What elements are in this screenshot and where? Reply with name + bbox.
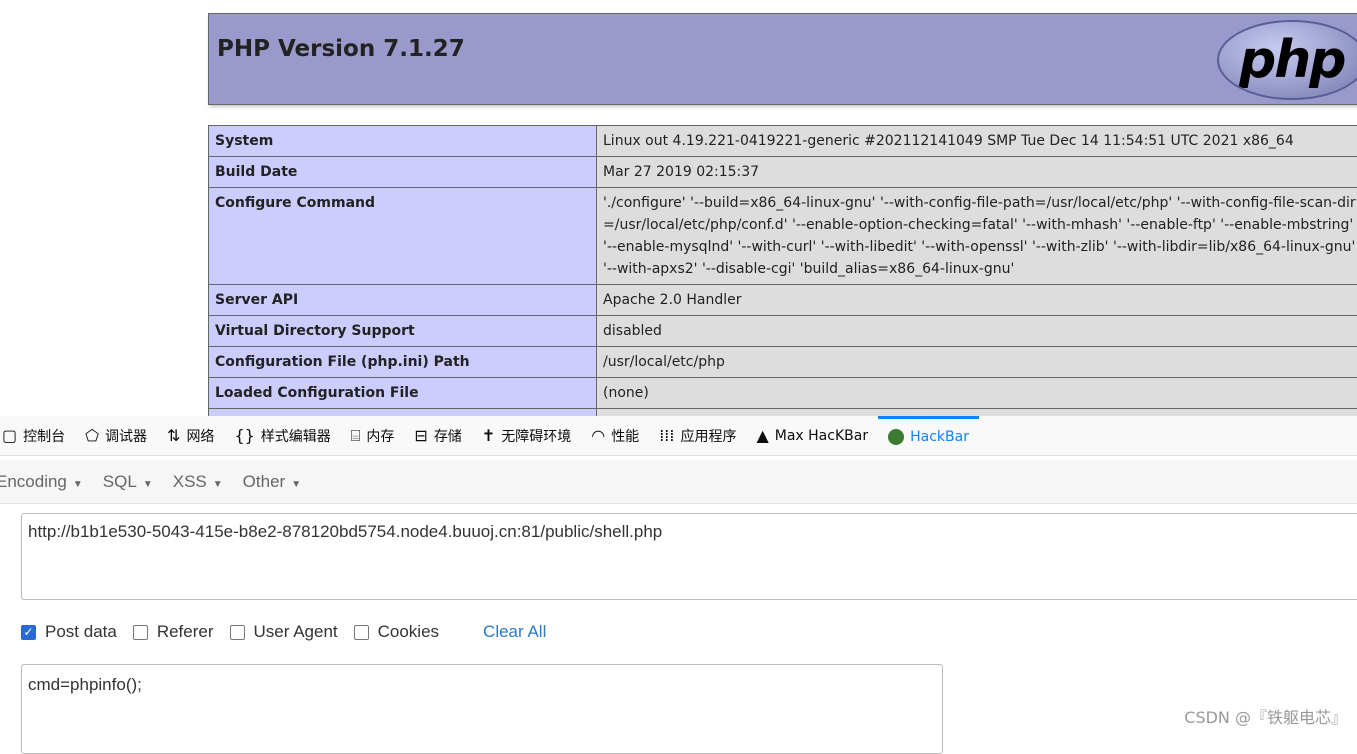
row-key: Virtual Directory Support: [209, 316, 597, 347]
caret-down-icon: ▼: [213, 479, 223, 490]
table-row: Configure Command'./configure' '--build=…: [209, 188, 1357, 285]
tab-storage[interactable]: ⊟存储: [404, 416, 471, 456]
row-key: Build Date: [209, 157, 597, 188]
memory-chip-icon: ⌸: [351, 426, 361, 446]
table-row: Configuration File (php.ini) Path/usr/lo…: [209, 347, 1357, 378]
menu-other[interactable]: Other▼: [243, 472, 301, 492]
checkbox-icon: [133, 625, 148, 640]
php-info-table: SystemLinux out 4.19.221-0419221-generic…: [208, 125, 1357, 416]
accessibility-icon: ✝: [482, 426, 495, 445]
tab-application[interactable]: ⁞⁞⁞应用程序: [649, 416, 746, 456]
hackbar-menubar: Encoding▼ SQL▼ XSS▼ Other▼: [0, 460, 1357, 504]
row-key: Configuration File (php.ini) Path: [209, 347, 597, 378]
tab-style-editor[interactable]: {}样式编辑器: [224, 416, 340, 456]
cookies-checkbox[interactable]: Cookies: [354, 622, 439, 642]
caret-down-icon: ▼: [143, 479, 153, 490]
devtools-panel: ▢控制台 ⬠调试器 ⇅网络 {}样式编辑器 ⌸内存 ⊟存储 ✝无障碍环境 ◠性能…: [0, 416, 1357, 736]
gauge-icon: ◠: [591, 426, 605, 445]
referer-checkbox[interactable]: Referer: [133, 622, 214, 642]
user-agent-checkbox[interactable]: User Agent: [230, 622, 338, 642]
table-row: Loaded Configuration File(none): [209, 378, 1357, 409]
tab-debugger[interactable]: ⬠调试器: [75, 416, 157, 456]
php-info-page: PHP Version 7.1.27 php SystemLinux out 4…: [0, 0, 1357, 416]
table-row: SystemLinux out 4.19.221-0419221-generic…: [209, 126, 1357, 157]
row-key: Configure Command: [209, 188, 597, 285]
tab-network[interactable]: ⇅网络: [157, 416, 224, 456]
row-value: Mar 27 2019 02:15:37: [597, 157, 1357, 188]
row-value: './configure' '--build=x86_64-linux-gnu'…: [597, 188, 1357, 285]
network-icon: ⇅: [167, 426, 180, 445]
tab-max-hackbar[interactable]: ▲Max HacKBar: [746, 416, 878, 456]
braces-icon: {}: [234, 426, 254, 445]
row-value: /usr/local/etc/php: [597, 347, 1357, 378]
menu-encoding[interactable]: Encoding▼: [0, 472, 83, 492]
url-input[interactable]: http://b1b1e530-5043-415e-b8e2-878120bd5…: [21, 513, 1357, 600]
clear-all-button[interactable]: Clear All: [483, 622, 546, 642]
watermark: CSDN @『铁躯电芯』: [1184, 704, 1347, 728]
grid-icon: ⁞⁞⁞: [659, 426, 674, 445]
menu-xss[interactable]: XSS▼: [173, 472, 223, 492]
table-row: Virtual Directory Supportdisabled: [209, 316, 1357, 347]
php-logo: php: [1217, 20, 1357, 100]
table-row: Server APIApache 2.0 Handler: [209, 285, 1357, 316]
checkbox-icon: [354, 625, 369, 640]
checkbox-checked-icon: ✓: [21, 625, 36, 640]
checkbox-icon: [230, 625, 245, 640]
row-value: (none): [597, 378, 1357, 409]
hacker-icon: ▲: [756, 426, 768, 445]
row-value: disabled: [597, 316, 1357, 347]
post-data-checkbox[interactable]: ✓Post data: [21, 622, 117, 642]
tab-memory[interactable]: ⌸内存: [341, 416, 405, 456]
page-title: PHP Version 7.1.27: [217, 36, 465, 62]
row-key: Loaded Configuration File: [209, 378, 597, 409]
devtools-tabs: ▢控制台 ⬠调试器 ⇅网络 {}样式编辑器 ⌸内存 ⊟存储 ✝无障碍环境 ◠性能…: [0, 416, 1357, 456]
storage-icon: ⊟: [414, 426, 427, 445]
tab-hackbar[interactable]: HackBar: [878, 416, 979, 456]
request-options: ✓Post data Referer User Agent Cookies Cl…: [21, 622, 546, 642]
hackbar-icon: [888, 429, 904, 445]
row-value: Linux out 4.19.221-0419221-generic #2021…: [597, 126, 1357, 157]
table-row: Build DateMar 27 2019 02:15:37: [209, 157, 1357, 188]
row-key: Server API: [209, 285, 597, 316]
caret-down-icon: ▼: [73, 479, 83, 490]
caret-down-icon: ▼: [291, 479, 301, 490]
post-data-input[interactable]: cmd=phpinfo();: [21, 664, 943, 754]
tab-accessibility[interactable]: ✝无障碍环境: [472, 416, 581, 456]
tab-console[interactable]: ▢控制台: [0, 416, 75, 456]
row-value: Apache 2.0 Handler: [597, 285, 1357, 316]
debugger-icon: ⬠: [85, 426, 99, 445]
php-header: PHP Version 7.1.27 php: [208, 13, 1357, 105]
menu-sql[interactable]: SQL▼: [103, 472, 153, 492]
tab-performance[interactable]: ◠性能: [581, 416, 649, 456]
console-icon: ▢: [2, 426, 17, 445]
row-key: System: [209, 126, 597, 157]
